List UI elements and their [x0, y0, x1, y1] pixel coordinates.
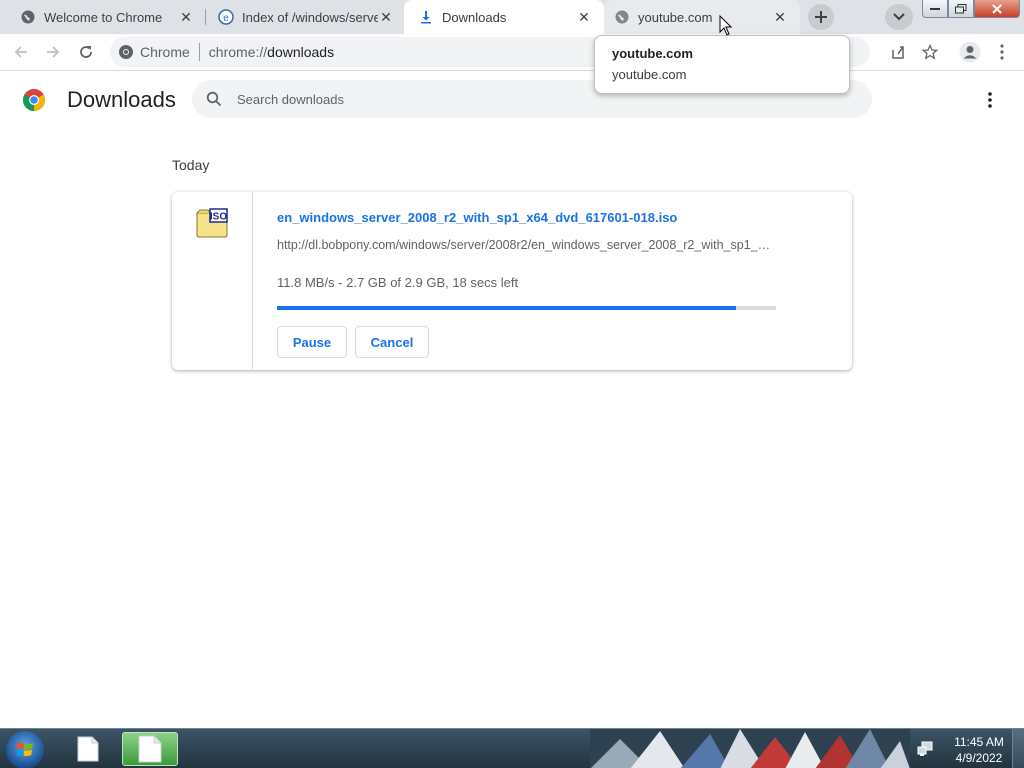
- chrome-icon: [119, 45, 133, 59]
- browser-toolbar: Chrome chrome://downloads: [0, 34, 1024, 71]
- globe-icon: [614, 9, 630, 25]
- tab-downloads[interactable]: Downloads ✕: [404, 0, 604, 34]
- arrow-right-icon: [47, 46, 60, 58]
- window-controls: [922, 0, 1020, 20]
- iso-file-icon: ISO: [196, 208, 228, 238]
- more-vert-icon: [988, 92, 992, 108]
- mouse-cursor-icon: [719, 15, 733, 36]
- download-progress-fill: [277, 306, 737, 310]
- file-icon-column: ISO: [172, 192, 253, 370]
- minimize-button[interactable]: [922, 0, 948, 18]
- forward-button[interactable]: [41, 40, 65, 64]
- tab-welcome[interactable]: Welcome to Chrome ✕: [0, 0, 206, 34]
- network-icon[interactable]: [916, 740, 934, 763]
- download-source-url[interactable]: http://dl.bobpony.com/windows/server/200…: [277, 238, 775, 252]
- close-icon[interactable]: ✕: [178, 9, 194, 25]
- download-status: 11.8 MB/s - 2.7 GB of 2.9 GB, 18 secs le…: [277, 275, 519, 290]
- chevron-down-icon: [893, 13, 905, 21]
- chrome-logo-icon: [23, 89, 45, 111]
- download-filename-link[interactable]: en_windows_server_2008_r2_with_sp1_x64_d…: [277, 210, 797, 225]
- taskbar-clock[interactable]: 11:45 AM 4/9/2022: [947, 734, 1011, 766]
- cancel-button[interactable]: Cancel: [355, 326, 429, 358]
- document-icon: [138, 735, 162, 763]
- page-icon: e: [218, 9, 234, 25]
- tab-hover-card: youtube.com youtube.com: [594, 35, 850, 94]
- downloads-menu-button[interactable]: [978, 88, 1002, 112]
- bookmark-button[interactable]: [918, 40, 942, 64]
- close-icon[interactable]: ✕: [772, 9, 788, 25]
- tab-youtube[interactable]: youtube.com ✕: [604, 0, 800, 34]
- reload-icon: [80, 46, 92, 58]
- hover-card-url: youtube.com: [612, 67, 687, 82]
- svg-text:e: e: [223, 13, 229, 24]
- new-tab-button[interactable]: [808, 4, 834, 30]
- start-button[interactable]: [6, 731, 44, 768]
- tab-strip: Welcome to Chrome ✕ e Index of /windows/…: [0, 0, 1024, 34]
- window-close-button[interactable]: [974, 0, 1020, 18]
- back-button[interactable]: [9, 40, 33, 64]
- clock-date: 4/9/2022: [955, 751, 1003, 765]
- tab-index[interactable]: e Index of /windows/server ✕: [206, 0, 406, 34]
- hover-card-title: youtube.com: [612, 46, 693, 61]
- share-button[interactable]: [886, 40, 910, 64]
- date-section-label: Today: [172, 157, 210, 173]
- arrow-left-icon: [14, 46, 27, 58]
- tab-title: Downloads: [442, 9, 507, 25]
- windows-taskbar: 11:45 AM 4/9/2022: [0, 728, 1024, 768]
- tab-search-button[interactable]: [885, 4, 913, 30]
- close-icon[interactable]: ✕: [576, 9, 592, 25]
- search-placeholder: Search downloads: [237, 91, 344, 107]
- search-icon: [204, 89, 224, 109]
- taskbar-wallpaper-art: [590, 729, 910, 768]
- globe-icon: [20, 9, 36, 25]
- reload-button[interactable]: [74, 40, 98, 64]
- more-vert-icon: [1000, 44, 1004, 60]
- downloads-header: Downloads Search downloads: [0, 72, 1024, 128]
- chrome-menu-button[interactable]: [990, 40, 1014, 64]
- site-info-chip[interactable]: Chrome: [118, 44, 190, 60]
- download-details: en_windows_server_2008_r2_with_sp1_x64_d…: [277, 210, 797, 290]
- page-title: Downloads: [67, 87, 176, 112]
- tab-title: Welcome to Chrome: [44, 9, 163, 25]
- clock-time: 11:45 AM: [954, 735, 1004, 749]
- avatar-icon: [959, 41, 981, 63]
- restore-button[interactable]: [948, 0, 974, 18]
- download-progress-bar: [277, 306, 776, 310]
- pause-button[interactable]: Pause: [277, 326, 347, 358]
- url-scheme: chrome://: [208, 44, 268, 60]
- taskbar-chrome[interactable]: [122, 732, 178, 766]
- document-icon: [77, 736, 99, 762]
- taskbar-notepad[interactable]: [60, 732, 116, 766]
- download-item: ISO en_windows_server_2008_r2_with_sp1_x…: [172, 192, 852, 370]
- tab-title: Index of /windows/server: [242, 9, 378, 25]
- close-icon[interactable]: ✕: [378, 9, 394, 25]
- profile-button[interactable]: [958, 40, 982, 64]
- star-icon: [922, 44, 938, 60]
- download-icon: [418, 9, 434, 25]
- share-icon: [892, 46, 904, 59]
- svg-text:ISO: ISO: [210, 212, 227, 223]
- url-host: downloads: [267, 44, 335, 60]
- windows-logo-icon: [16, 742, 33, 756]
- show-desktop-button[interactable]: [1012, 729, 1024, 768]
- chip-label: Chrome: [140, 44, 190, 60]
- system-tray: 11:45 AM 4/9/2022: [912, 729, 1024, 768]
- tab-title: youtube.com: [638, 9, 713, 25]
- omnibox-divider: [198, 43, 200, 61]
